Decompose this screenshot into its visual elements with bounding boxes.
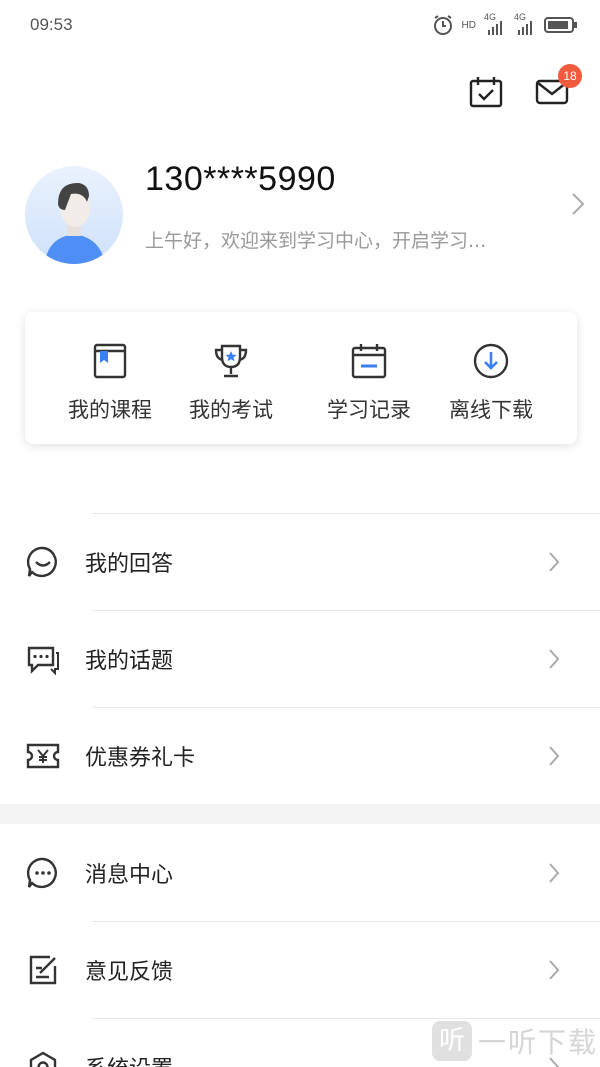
course-book-icon bbox=[93, 343, 127, 379]
messages-button[interactable]: 18 bbox=[534, 64, 582, 110]
menu-item-coupons[interactable]: 优惠券礼卡 bbox=[0, 707, 600, 804]
watermark-text: 一听下载 bbox=[477, 1026, 598, 1059]
menu-item-message-center[interactable]: 消息中心 bbox=[0, 824, 600, 921]
section-separator bbox=[0, 804, 600, 824]
avatar-image bbox=[25, 166, 123, 264]
status-time: 09:53 bbox=[30, 15, 73, 34]
chevron-right-icon bbox=[549, 745, 560, 766]
divider bbox=[92, 513, 600, 514]
divider bbox=[92, 610, 600, 611]
chevron-right-icon bbox=[549, 959, 560, 980]
menu-group-1: 我的回答 我的话题 优惠券礼卡 bbox=[0, 513, 600, 804]
signal-2: 4G bbox=[514, 12, 536, 36]
quick-my-exams[interactable]: 我的考试 bbox=[166, 312, 296, 444]
message-center-icon bbox=[26, 857, 57, 888]
coupon-icon bbox=[26, 743, 60, 768]
battery-icon bbox=[544, 17, 577, 33]
chat-bubble-icon bbox=[26, 546, 57, 577]
quick-label: 离线下载 bbox=[449, 398, 533, 422]
quick-study-record[interactable]: 学习记录 bbox=[304, 312, 434, 444]
alarm-icon bbox=[433, 15, 452, 35]
menu-label: 消息中心 bbox=[85, 862, 174, 888]
status-icons: HD 4G 4G bbox=[432, 12, 578, 38]
calendar-check-icon bbox=[469, 77, 503, 108]
menu-label: 我的话题 bbox=[85, 648, 174, 674]
quick-label: 我的考试 bbox=[189, 398, 273, 422]
signal-bars-icon bbox=[488, 21, 502, 35]
menu-label: 意见反馈 bbox=[85, 959, 174, 985]
menu-item-my-topics[interactable]: 我的话题 bbox=[0, 610, 600, 707]
watermark: 听 一听下载 bbox=[431, 1015, 598, 1067]
signal-1: 4G bbox=[484, 12, 506, 36]
checkin-button[interactable] bbox=[468, 74, 504, 110]
chevron-right-icon bbox=[572, 193, 585, 215]
menu-label: 我的回答 bbox=[85, 551, 174, 577]
menu-item-feedback[interactable]: 意见反馈 bbox=[0, 921, 600, 1018]
settings-icon bbox=[29, 1051, 57, 1067]
chevron-right-icon bbox=[549, 551, 560, 572]
menu-label: 优惠券礼卡 bbox=[85, 745, 196, 771]
profile-card[interactable]: 130****5990 上午好，欢迎来到学习中心，开启学习... bbox=[25, 160, 585, 270]
message-badge: 18 bbox=[558, 64, 582, 88]
chevron-right-icon bbox=[549, 862, 560, 883]
menu-label: 系统设置 bbox=[85, 1051, 173, 1067]
quick-offline-download[interactable]: 离线下载 bbox=[426, 312, 556, 444]
quick-label: 学习记录 bbox=[327, 398, 411, 422]
calendar-record-icon bbox=[351, 344, 387, 379]
user-phone: 130****5990 bbox=[145, 160, 336, 198]
trophy-icon bbox=[214, 344, 248, 378]
signal-bars-icon bbox=[518, 21, 532, 35]
watermark-logo: 听 bbox=[431, 1021, 472, 1061]
topic-icon bbox=[27, 646, 59, 675]
download-icon bbox=[473, 343, 509, 379]
feedback-icon bbox=[29, 955, 57, 984]
quick-actions-card: 我的课程 我的考试 学习记录 离线下载 bbox=[25, 312, 577, 444]
hd-label: HD bbox=[461, 19, 476, 31]
header-actions: 18 bbox=[468, 64, 582, 114]
greeting-text: 上午好，欢迎来到学习中心，开启学习... bbox=[145, 230, 487, 252]
quick-my-courses[interactable]: 我的课程 bbox=[45, 312, 175, 444]
avatar[interactable] bbox=[25, 166, 123, 264]
chevron-right-icon bbox=[549, 648, 560, 669]
divider bbox=[92, 707, 600, 708]
quick-label: 我的课程 bbox=[68, 398, 152, 422]
menu-item-my-answers[interactable]: 我的回答 bbox=[0, 513, 600, 610]
status-bar: 09:53 HD 4G 4G bbox=[0, 0, 600, 50]
divider bbox=[92, 921, 600, 922]
